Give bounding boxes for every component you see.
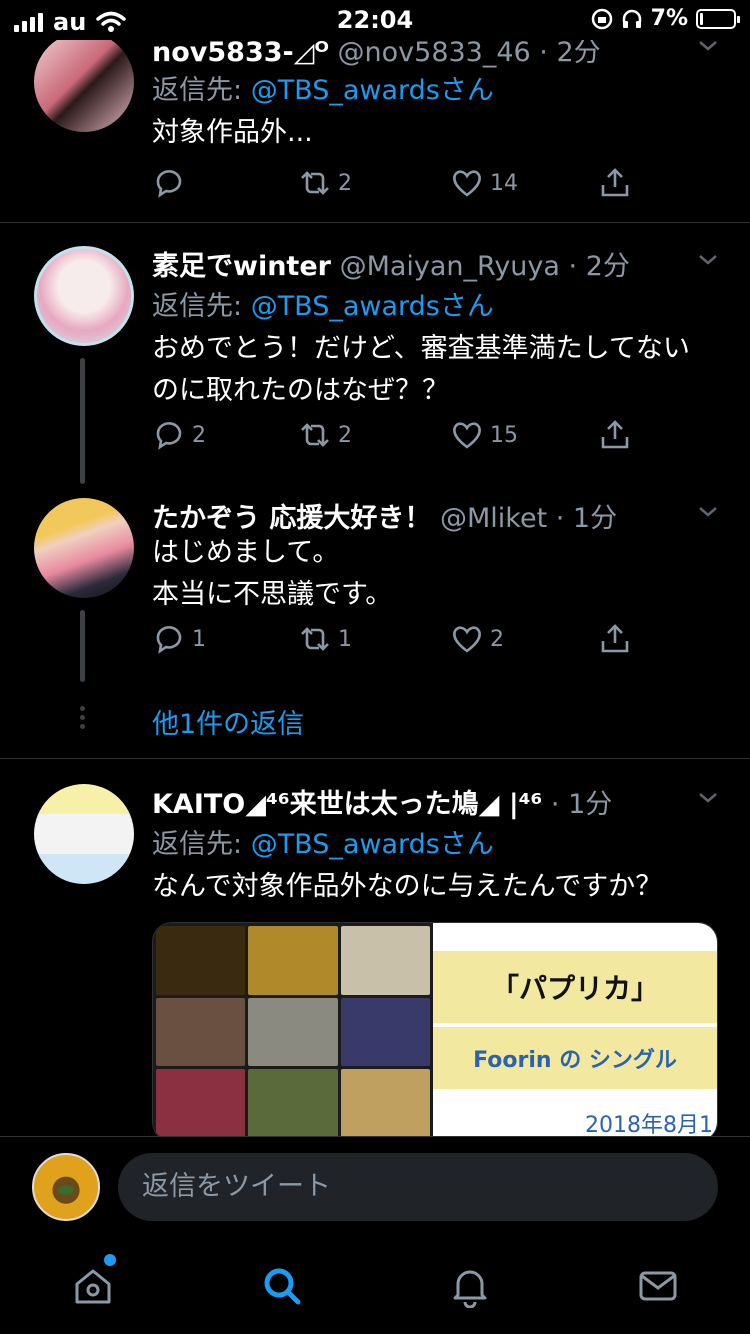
reply-button[interactable]: 1 [152, 622, 206, 656]
heart-icon [453, 626, 481, 653]
avatar[interactable] [34, 784, 134, 884]
messages-icon [639, 1271, 677, 1301]
show-more-replies-link[interactable]: 他1件の返信 [152, 702, 304, 741]
display-name[interactable]: KAITO◢⁴⁶来世は太った鳩◢ |⁴⁶ [152, 789, 542, 820]
wiki-preview: 「パプリカ」 Foorin の シングル 2018年8月1 [433, 923, 717, 1141]
battery-percent: 7% [650, 6, 688, 31]
reply-icon [156, 626, 182, 654]
reply-mention-link[interactable]: @TBS_awardsさん [251, 291, 494, 322]
heart-icon [453, 170, 481, 197]
avatar[interactable] [34, 32, 134, 132]
wiki-subtitle: Foorin の シングル [433, 1027, 717, 1089]
reply-input[interactable]: 返信をツイート [118, 1153, 718, 1221]
like-button[interactable]: 14 [450, 166, 518, 200]
heart-icon [453, 422, 481, 449]
tweet-text: 対象作品外... [152, 117, 313, 148]
retweet-icon [301, 171, 329, 195]
avatar[interactable] [34, 498, 134, 598]
tweet-text: はじめまして。 本当に不思議です。 [152, 537, 393, 610]
user-handle[interactable]: @Mliket [440, 503, 547, 534]
rotation-lock-icon [591, 8, 612, 29]
thread-line [80, 358, 85, 484]
notifications-icon [453, 1270, 487, 1309]
like-button[interactable]: 15 [450, 418, 518, 452]
wiki-date: 2018年8月1 [585, 1113, 713, 1138]
battery-icon [696, 8, 740, 29]
chevron-down-icon[interactable] [696, 248, 720, 272]
share-button[interactable] [598, 622, 632, 656]
display-name[interactable]: nov5833-◿ᴼ [152, 37, 329, 68]
retweet-button[interactable]: 2 [298, 418, 352, 452]
notification-dot [104, 1254, 116, 1266]
my-avatar[interactable] [32, 1153, 100, 1221]
tab-bar [0, 1236, 750, 1334]
tab-messages[interactable] [636, 1264, 680, 1308]
share-button[interactable] [598, 418, 632, 452]
reply-to-label: 返信先: [152, 75, 251, 106]
tweet-time: 2分 [585, 251, 630, 282]
share-icon [601, 420, 629, 449]
retweet-count: 1 [338, 626, 352, 652]
thread-line [80, 610, 85, 682]
reply-icon [156, 170, 182, 198]
share-icon [601, 168, 629, 197]
wiki-title: 「パプリカ」 [433, 951, 717, 1023]
share-icon [601, 624, 629, 653]
status-bar: au 22:04 7% [0, 0, 750, 40]
retweet-button[interactable]: 2 [298, 166, 352, 200]
retweet-count: 2 [338, 422, 352, 448]
tweet-text: なんで対象作品外なのに与えたんですか？ [152, 871, 663, 902]
avatar[interactable] [34, 246, 134, 346]
reply-icon [156, 422, 182, 450]
like-count: 2 [490, 626, 504, 652]
retweet-button[interactable]: 1 [298, 622, 352, 656]
reply-button[interactable] [152, 166, 192, 200]
reply-mention-link[interactable]: @TBS_awardsさん [251, 829, 494, 860]
reply-button[interactable]: 2 [152, 418, 206, 452]
retweet-icon [301, 423, 329, 447]
search-icon [264, 1268, 301, 1305]
thread-dots [80, 706, 86, 733]
tweet-text: おめでとう！だけど、審査基準満たしてないのに取れたのはなぜ？？ [152, 333, 690, 406]
tweet[interactable]: たかぞう 応援大好き！ @Mliket · 1分 はじめまして。 本当に不思議で… [0, 484, 750, 684]
user-handle[interactable]: @Maiyan_Ryuya [340, 251, 560, 282]
reply-to-label: 返信先: [152, 291, 251, 322]
tweet-time: 2分 [556, 37, 601, 68]
tab-home[interactable] [71, 1264, 115, 1308]
media-card[interactable]: 「パプリカ」 Foorin の シングル 2018年8月1 [152, 922, 718, 1142]
display-name[interactable]: たかぞう 応援大好き！ [152, 503, 431, 534]
tweet[interactable]: 素足でwinter @Maiyan_Ryuya · 2分 返信先: @TBS_a… [0, 222, 750, 484]
reply-count: 2 [192, 422, 206, 448]
reply-count: 1 [192, 626, 206, 652]
tab-search[interactable] [260, 1264, 304, 1308]
media-image[interactable] [153, 923, 433, 1141]
share-button[interactable] [598, 166, 632, 200]
user-handle[interactable]: @nov5833_46 [338, 37, 531, 68]
headphones-icon [622, 9, 641, 28]
home-icon [75, 1269, 111, 1304]
reply-to-label: 返信先: [152, 829, 251, 860]
tweet-time: 1分 [568, 789, 613, 820]
reply-mention-link[interactable]: @TBS_awardsさん [251, 75, 494, 106]
display-name[interactable]: 素足でwinter [152, 251, 331, 282]
like-count: 14 [490, 170, 518, 196]
tweet-time: 1分 [572, 503, 618, 534]
tab-notifications[interactable] [448, 1264, 492, 1309]
like-count: 15 [490, 422, 518, 448]
chevron-down-icon[interactable] [696, 500, 720, 524]
reply-compose-bar: 返信をツイート [0, 1136, 750, 1236]
like-button[interactable]: 2 [450, 622, 504, 656]
retweet-count: 2 [338, 170, 352, 196]
retweet-icon [301, 627, 329, 651]
chevron-down-icon[interactable] [696, 786, 720, 810]
